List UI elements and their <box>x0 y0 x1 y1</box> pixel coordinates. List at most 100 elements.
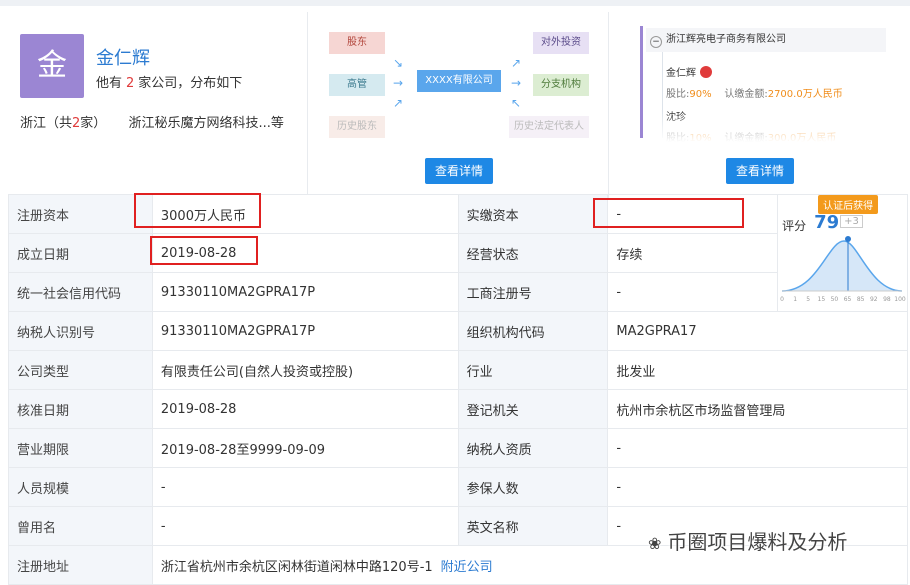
field-label: 英文名称 <box>457 506 609 546</box>
region-summary: 浙江（共2家） 浙江秘乐魔方网络科技...等 <box>20 112 284 131</box>
field-label: 公司类型 <box>8 350 153 390</box>
region-prefix: 浙江（共 <box>20 116 73 131</box>
arrow-icon: → <box>393 76 404 90</box>
field-label: 行业 <box>457 350 609 390</box>
axis-tick-label: 15 <box>818 296 826 303</box>
table-row: 纳税人识别号 91330110MA2GPRA17P 组织机构代码 MA2GPRA… <box>8 311 908 351</box>
field-label: 核准日期 <box>8 389 153 429</box>
field-value: 存续 <box>607 233 779 273</box>
company-count: 2 <box>126 76 135 91</box>
field-label: 纳税人识别号 <box>8 311 153 351</box>
field-value: 有限责任公司(自然人投资或控股) <box>151 350 459 390</box>
distribution-area <box>782 241 903 291</box>
nearby-company-link[interactable]: 附近公司 <box>441 560 493 575</box>
diagram-executive: 高管 <box>329 74 385 96</box>
table-row: 成立日期 2019-08-28 经营状态 存续 <box>8 233 908 273</box>
field-value: 2019-08-28至9999-09-09 <box>151 428 459 468</box>
region-suffix: 家） <box>80 116 107 131</box>
region-company-link[interactable]: 浙江秘乐魔方网络科技...等 <box>128 116 283 131</box>
person-summary: 他有 2 家公司，分布如下 <box>96 72 242 91</box>
field-value: - <box>607 467 908 507</box>
diagram-history-legal: 历史法定代表人 <box>509 116 589 138</box>
score-marker-dot <box>845 236 852 242</box>
field-value: - <box>607 272 779 312</box>
field-label: 营业期限 <box>8 428 153 468</box>
axis-tick-label: 1 <box>793 296 797 303</box>
avatar: 金 <box>20 34 84 98</box>
watermark-text: 币圈项目爆料及分析 <box>667 530 848 554</box>
field-label: 参保人数 <box>457 467 609 507</box>
axis-tick-label: 85 <box>857 296 865 303</box>
axis-tick-label: 0 <box>780 296 784 303</box>
field-label: 曾用名 <box>8 506 153 546</box>
field-value: 批发业 <box>607 350 908 390</box>
arrow-icon: ↘ <box>393 56 404 70</box>
node-name[interactable]: 金仁辉 <box>666 68 696 79</box>
field-label: 实缴资本 <box>457 194 609 234</box>
view-detail-button[interactable]: 查看详情 <box>726 158 794 184</box>
axis-ticks: 0 1 5 15 50 65 85 92 98 100 <box>780 296 906 303</box>
highlight-box <box>593 198 744 228</box>
diagram-center-company: XXXX有限公司 <box>417 70 501 92</box>
score-label: 评分 <box>782 219 807 233</box>
axis-tick-label: 98 <box>883 296 891 303</box>
field-value: 91330110MA2GPRA17P <box>151 272 459 312</box>
field-label: 统一社会信用代码 <box>8 272 153 312</box>
field-label: 经营状态 <box>457 233 609 273</box>
relation-diagram-card: 股东 高管 历史股东 ↘ → ↗ XXXX有限公司 ↗ → ↖ 对外投资 分支机… <box>309 12 609 200</box>
field-label: 工商注册号 <box>457 272 609 312</box>
field-label: 登记机关 <box>457 389 609 429</box>
highlight-box <box>150 236 258 265</box>
collapse-icon[interactable]: − <box>650 36 662 48</box>
axis-tick-label: 92 <box>870 296 878 303</box>
equity-tree-card: − 浙江辉亮电子商务有限公司 金仁辉 股比:90% 认缴金额:2700.0万人民币… <box>610 12 910 200</box>
highlight-box <box>134 193 261 228</box>
diagram-shareholder: 股东 <box>329 32 385 54</box>
top-panel: 金 金仁辉 他有 2 家公司，分布如下 浙江（共2家） 浙江秘乐魔方网络科技...等… <box>0 0 910 200</box>
field-label: 注册资本 <box>8 194 153 234</box>
node-ratio: 90% <box>689 89 712 100</box>
view-detail-button[interactable]: 查看详情 <box>425 158 493 184</box>
arrow-icon: ↖ <box>511 96 522 110</box>
person-name-link[interactable]: 金仁辉 <box>96 44 150 70</box>
stamp-icon <box>700 66 712 78</box>
summary-prefix: 他有 <box>96 76 123 91</box>
axis-tick-label: 100 <box>894 296 906 303</box>
score-plus: +3 <box>840 215 863 228</box>
field-label: 纳税人资质 <box>457 428 609 468</box>
arrow-icon: ↗ <box>511 56 522 70</box>
arrow-icon: ↗ <box>393 96 404 110</box>
person-card: 金 金仁辉 他有 2 家公司，分布如下 浙江（共2家） 浙江秘乐魔方网络科技...等 <box>8 12 308 200</box>
score-distribution-chart: 0 1 5 15 50 65 85 92 98 100 <box>780 236 906 303</box>
tree-root: − 浙江辉亮电子商务有限公司 <box>646 28 886 52</box>
watermark: ❀ 币圈项目爆料及分析 <box>648 526 847 555</box>
field-value: 浙江省杭州市余杭区闲林街道闲林中路120号-1 <box>160 559 433 575</box>
table-row: 核准日期 2019-08-28 登记机关 杭州市余杭区市场监督管理局 <box>8 389 908 429</box>
score-panel: 认证后获得 评分 79 +3 0 1 5 15 50 65 85 92 98 100 <box>777 194 908 312</box>
fade-overlay <box>646 112 900 142</box>
field-label: 人员规模 <box>8 467 153 507</box>
diagram-history-shareholder: 历史股东 <box>329 116 385 138</box>
field-label: 注册地址 <box>8 545 153 585</box>
field-value: - <box>151 506 459 546</box>
axis-tick-label: 5 <box>806 296 810 303</box>
arrow-icon: → <box>511 76 522 90</box>
axis-tick-label: 50 <box>831 296 839 303</box>
tree-root-label: 浙江辉亮电子商务有限公司 <box>666 34 786 45</box>
diagram-foreign-invest: 对外投资 <box>533 32 589 54</box>
field-value: 杭州市余杭区市场监督管理局 <box>607 389 908 429</box>
table-row: 营业期限 2019-08-28至9999-09-09 纳税人资质 - <box>8 428 908 468</box>
field-value: - <box>151 467 459 507</box>
field-value: - <box>607 428 908 468</box>
axis-tick-label: 65 <box>844 296 852 303</box>
node-paid-label: 认缴金额: <box>724 89 768 100</box>
tree-bar <box>640 26 643 138</box>
table-row: 统一社会信用代码 91330110MA2GPRA17P 工商注册号 - <box>8 272 908 312</box>
table-row: 人员规模 - 参保人数 - <box>8 467 908 507</box>
score-value: 79 <box>814 212 840 233</box>
tree-node: 金仁辉 股比:90% 认缴金额:2700.0万人民币 <box>666 64 843 100</box>
table-row: 公司类型 有限责任公司(自然人投资或控股) 行业 批发业 <box>8 350 908 390</box>
node-paid: 2700.0万人民币 <box>767 89 843 100</box>
field-value: 2019-08-28 <box>151 389 459 429</box>
diagram-branch: 分支机构 <box>533 74 589 96</box>
